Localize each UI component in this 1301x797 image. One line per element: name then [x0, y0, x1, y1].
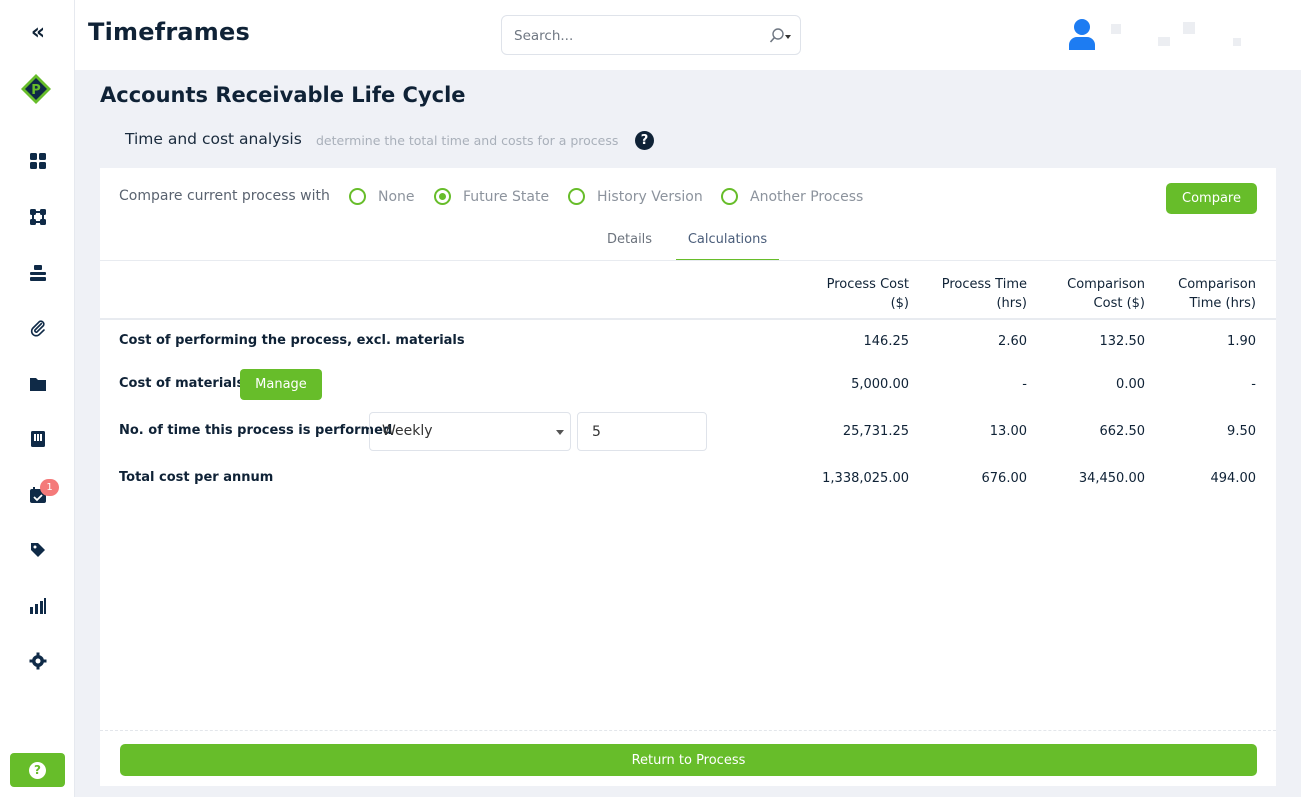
return-to-process-button[interactable]: Return to Process [120, 744, 1257, 776]
tag-icon[interactable] [27, 539, 49, 561]
header-comparison-time: Comparison Time (hrs) [1146, 275, 1256, 313]
table-cell: - [1022, 377, 1027, 392]
table-cell: 34,450.00 [1078, 471, 1145, 486]
tabs-divider [100, 260, 1276, 261]
dashboard-icon[interactable] [27, 150, 49, 172]
top-header: Timeframes [75, 0, 1301, 70]
collapse-sidebar-icon[interactable]: « [27, 22, 49, 44]
table-cell: 494.00 [1210, 471, 1257, 486]
header-placeholder [1233, 38, 1241, 46]
radio-history-version[interactable]: History Version [568, 188, 703, 205]
attachment-icon[interactable] [27, 317, 49, 339]
header-text: Comparison [1067, 277, 1145, 292]
frequency-select-value: Weekly [382, 423, 433, 439]
table-cell: 13.00 [989, 424, 1027, 439]
radio-circle[interactable] [349, 188, 366, 205]
radio-label: History Version [597, 188, 703, 205]
search-box[interactable] [501, 15, 801, 55]
table-cell: 2.60 [998, 334, 1027, 349]
table-cell: 5,000.00 [851, 377, 909, 392]
header-placeholder [1183, 22, 1195, 34]
radio-none[interactable]: None [349, 188, 415, 205]
svg-text:P: P [31, 83, 41, 98]
compare-label: Compare current process with [119, 188, 330, 204]
table-cell: - [1251, 377, 1256, 392]
header-process-time: Process Time (hrs) [917, 275, 1027, 313]
user-avatar-icon[interactable] [1068, 18, 1096, 50]
row-label-materials: Cost of materials [119, 376, 245, 391]
table-cell: 132.50 [1099, 334, 1146, 349]
radio-circle-selected[interactable] [434, 188, 451, 205]
header-text: Process Time [941, 277, 1027, 292]
frequency-select[interactable]: Weekly [369, 412, 571, 451]
search-input[interactable] [514, 25, 754, 47]
table-cell: 676.00 [981, 471, 1028, 486]
radio-another-process[interactable]: Another Process [721, 188, 863, 205]
settings-gear-icon[interactable] [27, 650, 49, 672]
header-placeholder [1111, 24, 1121, 34]
table-cell: 1,338,025.00 [822, 471, 909, 486]
app-logo[interactable]: P [21, 74, 51, 104]
table-cell: 146.25 [863, 334, 910, 349]
header-text: Cost ($) [1093, 296, 1145, 311]
reports-chart-icon[interactable] [27, 595, 49, 617]
table-cell: 0.00 [1116, 377, 1145, 392]
org-chart-icon[interactable] [27, 262, 49, 284]
table-cell: 1.90 [1227, 334, 1256, 349]
sidebar: « P 1 ? [0, 0, 75, 797]
manage-materials-button[interactable]: Manage [240, 369, 322, 400]
library-icon[interactable] [27, 428, 49, 450]
radio-circle[interactable] [568, 188, 585, 205]
header-text: Comparison [1178, 277, 1256, 292]
page-title: Accounts Receivable Life Cycle [100, 83, 466, 107]
row-label-total-cost: Total cost per annum [119, 470, 274, 485]
header-text: (hrs) [996, 296, 1027, 311]
footer-divider [100, 730, 1276, 731]
table-cell: 662.50 [1099, 424, 1146, 439]
radio-label: None [378, 188, 415, 205]
frequency-count-input[interactable] [577, 412, 707, 451]
folder-icon[interactable] [27, 373, 49, 395]
tab-calculations[interactable]: Calculations [676, 232, 779, 261]
table-cell: 9.50 [1227, 424, 1256, 439]
question-help-icon[interactable]: ? [635, 131, 654, 150]
notification-badge: 1 [40, 479, 59, 496]
row-label-frequency: No. of time this process is performed [119, 423, 393, 438]
table-header-divider [100, 318, 1276, 320]
analysis-card: Compare current process with None Future… [100, 168, 1276, 786]
table-cell: 25,731.25 [842, 424, 909, 439]
header-process-cost: Process Cost ($) [799, 275, 909, 313]
section-description: determine the total time and costs for a… [316, 133, 619, 148]
help-icon: ? [29, 761, 46, 779]
radio-circle[interactable] [721, 188, 738, 205]
radio-label: Future State [463, 188, 550, 205]
tab-details[interactable]: Details [607, 232, 652, 261]
compare-button[interactable]: Compare [1166, 183, 1257, 214]
radio-label: Another Process [750, 188, 864, 205]
header-placeholder [1158, 37, 1170, 46]
section-title: Time and cost analysis [125, 130, 302, 148]
header-text: Time (hrs) [1189, 296, 1256, 311]
search-icon[interactable] [769, 27, 791, 45]
header-text: ($) [890, 296, 909, 311]
help-button[interactable]: ? [10, 753, 65, 787]
process-map-icon[interactable] [27, 206, 49, 228]
dropdown-caret-icon [556, 430, 564, 435]
row-label-process-cost: Cost of performing the process, excl. ma… [119, 333, 465, 348]
header-comparison-cost: Comparison Cost ($) [1035, 275, 1145, 313]
radio-future-state[interactable]: Future State [434, 188, 549, 205]
header-text: Process Cost [826, 277, 909, 292]
app-title: Timeframes [88, 18, 250, 46]
